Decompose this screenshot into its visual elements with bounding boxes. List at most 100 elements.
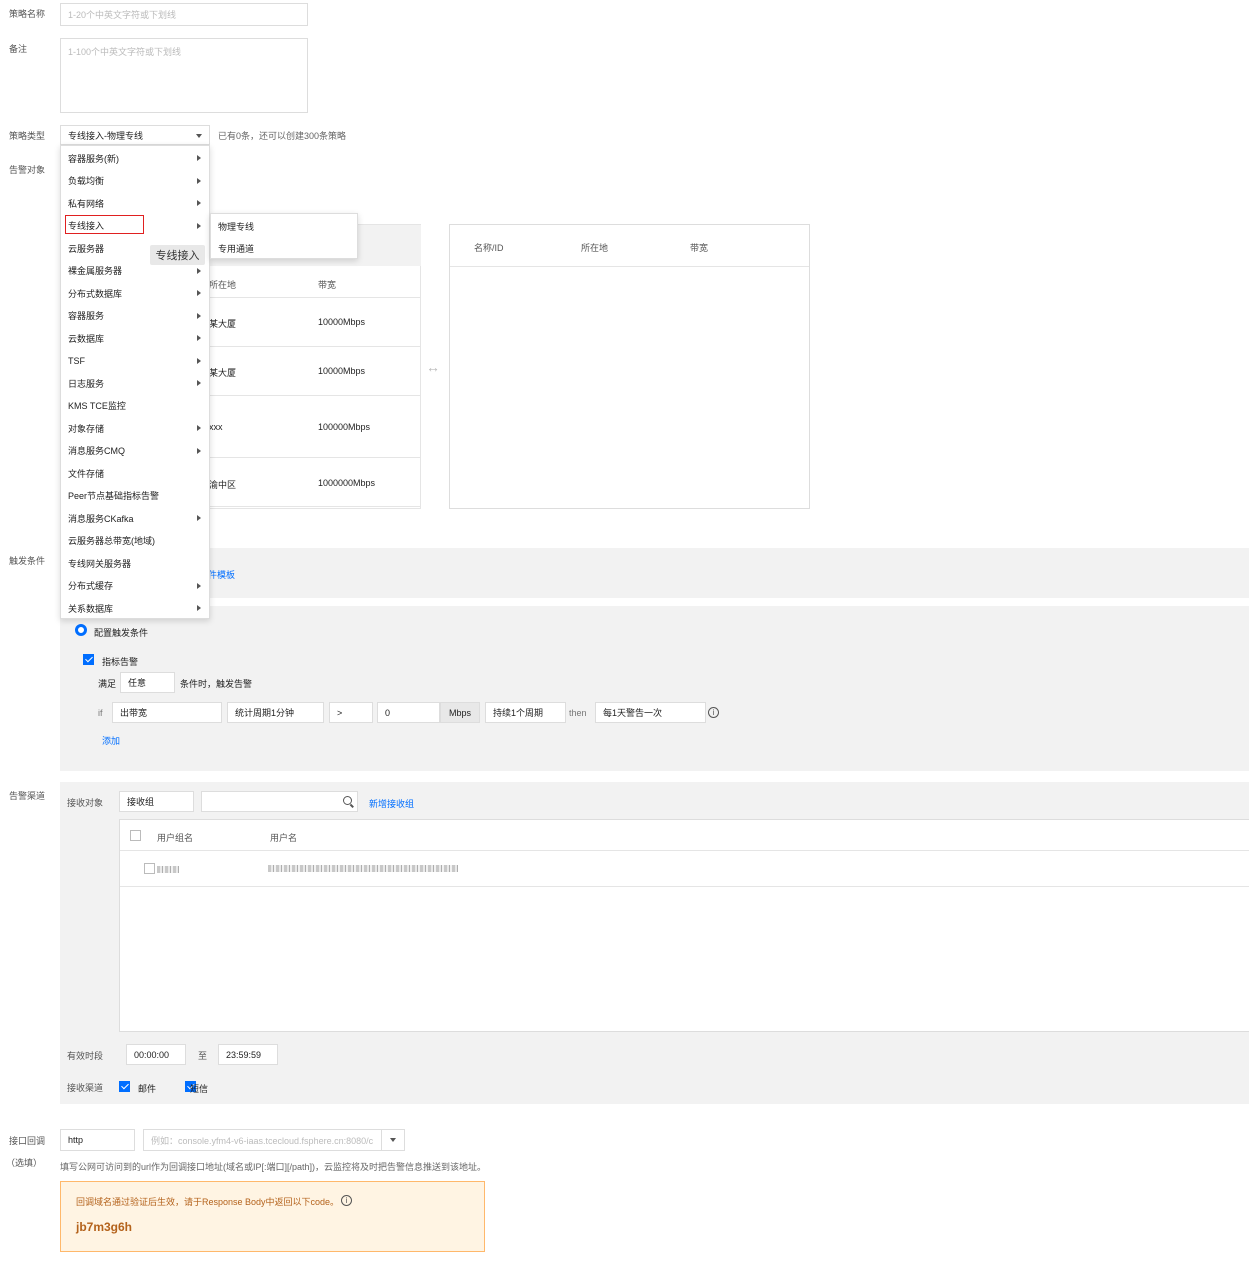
menu-item[interactable]: Peer节点基础指标告警 — [61, 485, 209, 507]
info-icon[interactable]: i — [341, 1195, 352, 1206]
time-end-input[interactable]: 23:59:59 — [218, 1044, 278, 1065]
row-bandwidth: 10000Mbps — [318, 317, 366, 327]
menu-item-label: 裸金属服务器 — [68, 266, 123, 276]
time-start-input[interactable]: 00:00:00 — [126, 1044, 186, 1065]
trigger-template-link[interactable]: 件模板 — [208, 568, 235, 581]
new-group-link[interactable]: 新增接收组 — [369, 797, 414, 810]
menu-item[interactable]: 私有网络 — [61, 192, 209, 214]
row-checkbox[interactable] — [143, 863, 155, 874]
email-checkbox[interactable] — [119, 1081, 130, 1092]
config-radio-label: 配置触发条件 — [94, 628, 149, 638]
menu-item[interactable]: 文件存储 — [61, 462, 209, 484]
info-icon[interactable]: i — [708, 707, 719, 718]
menu-item-label: 对象存储 — [68, 423, 105, 434]
menu-item[interactable]: 负载均衡 — [61, 170, 209, 192]
chevron-right-icon — [197, 267, 201, 274]
menu-item-label: 文件存储 — [68, 468, 105, 479]
highlight-box — [65, 214, 144, 234]
menu-item[interactable]: 对象存储 — [61, 417, 209, 439]
receiver-search-input[interactable] — [201, 791, 358, 812]
frequency-select[interactable]: 每1天警告一次 — [595, 702, 706, 723]
sms-label: 短信 — [190, 1084, 209, 1094]
menu-item[interactable]: 云服务器总带宽(地域) — [61, 530, 209, 552]
receiver-type-value: 接收组 — [127, 797, 155, 807]
select-all-checkbox[interactable] — [130, 830, 141, 841]
chevron-right-icon — [197, 425, 201, 431]
url-dropdown-button[interactable] — [381, 1130, 404, 1150]
menu-item-label: 容器服务 — [68, 311, 105, 321]
menu-item[interactable]: 专线接入 — [61, 214, 209, 237]
policy-name-input[interactable]: 1-20个中英文字符或下划线 — [60, 3, 308, 26]
menu-item[interactable]: 分布式缓存 — [61, 575, 209, 597]
menu-item[interactable]: 分布式数据库 — [61, 282, 209, 304]
menu-item[interactable]: 关系数据库 — [61, 597, 209, 619]
meet-select[interactable]: 任意 — [120, 672, 175, 693]
config-radio[interactable] — [75, 624, 87, 636]
menu-tooltip: 专线接入 — [150, 245, 205, 265]
col-user-name: 用户名 — [270, 833, 298, 843]
menu-item[interactable]: 日志服务 — [61, 372, 209, 394]
row-bandwidth: 100000Mbps — [318, 422, 371, 432]
receive-method-label: 接收渠道 — [67, 1083, 104, 1093]
row-divider — [200, 297, 421, 298]
menu-item-label: 私有网络 — [68, 198, 105, 209]
policy-type-select[interactable]: 专线接入-物理专线 — [60, 125, 210, 145]
policy-name-label: 策略名称 — [9, 9, 46, 19]
add-condition-link[interactable]: 添加 — [102, 734, 120, 747]
frequency-value: 每1天警告一次 — [603, 708, 663, 718]
time-start-value: 00:00:00 — [134, 1049, 170, 1060]
submenu-item-label: 专用通道 — [218, 243, 255, 254]
row-divider — [120, 886, 1249, 887]
chevron-right-icon — [197, 290, 201, 296]
col-bandwidth: 带宽 — [318, 280, 337, 290]
chevron-down-icon — [196, 134, 202, 138]
callback-label: 接口回调 — [9, 1136, 46, 1146]
chevron-right-icon — [197, 357, 201, 364]
receiver-label: 接收对象 — [67, 798, 104, 808]
receiver-table: 用户组名 用户名 — [119, 819, 1249, 1032]
row-divider — [200, 395, 421, 396]
policy-type-value: 专线接入-物理专线 — [68, 130, 143, 141]
threshold-input[interactable]: 0 — [377, 702, 440, 723]
duration-select[interactable]: 持续1个周期 — [485, 702, 566, 723]
unit-value: Mbps — [448, 707, 471, 718]
chevron-right-icon — [197, 447, 201, 454]
menu-item[interactable]: 消息服务CMQ — [61, 440, 209, 462]
chevron-right-icon — [197, 335, 201, 341]
menu-item[interactable]: 容器服务(新) — [61, 147, 209, 169]
submenu-item-physical-line[interactable]: 物理专线 — [211, 215, 357, 237]
remark-textarea[interactable]: 1-100个中英文字符或下划线 — [60, 38, 308, 113]
unit-addon: Mbps — [440, 702, 480, 723]
menu-item[interactable]: TSF — [61, 350, 209, 372]
remark-placeholder: 1-100个中英文字符或下划线 — [68, 47, 182, 57]
protocol-value: http — [68, 1135, 84, 1145]
menu-item[interactable]: 消息服务CKafka — [61, 507, 209, 529]
menu-item[interactable]: KMS TCE监控 — [61, 395, 209, 417]
menu-item-label: 专线网关服务器 — [68, 558, 132, 569]
menu-item-label: TSF — [68, 355, 85, 366]
row-location: 某大厦 — [209, 319, 237, 329]
callback-notice: 回调域名通过验证后生效，请于Response Body中返回以下code。 i … — [60, 1181, 485, 1252]
receiver-type-select[interactable]: 接收组 — [119, 791, 194, 812]
menu-item[interactable]: 容器服务 — [61, 305, 209, 327]
row-location: xxx — [209, 422, 223, 432]
menu-item[interactable]: 云数据库 — [61, 327, 209, 349]
menu-item[interactable]: 专线网关服务器 — [61, 552, 209, 574]
remark-label: 备注 — [9, 44, 28, 54]
callback-url-input[interactable]: 例如：console.yfm4-v6-iaas.tcecloud.fsphere… — [143, 1129, 405, 1151]
time-to-label: 至 — [198, 1051, 208, 1061]
menu-item-label: 分布式数据库 — [68, 288, 123, 299]
search-icon-handle — [350, 803, 354, 808]
period-select[interactable]: 统计周期1分钟 — [227, 702, 324, 723]
row-divider — [200, 457, 421, 458]
row-divider — [200, 346, 421, 347]
chevron-right-icon — [197, 177, 201, 184]
operator-select[interactable]: > — [329, 702, 373, 723]
protocol-select[interactable]: http — [60, 1129, 135, 1151]
metric-alarm-checkbox[interactable] — [83, 654, 94, 665]
metric-select[interactable]: 出带宽 — [112, 702, 222, 723]
submenu-item-dedicated-channel[interactable]: 专用通道 — [211, 237, 357, 259]
row-divider — [200, 506, 421, 507]
menu-item-label: 容器服务(新) — [68, 153, 119, 164]
row-location: 渝中区 — [209, 480, 237, 490]
